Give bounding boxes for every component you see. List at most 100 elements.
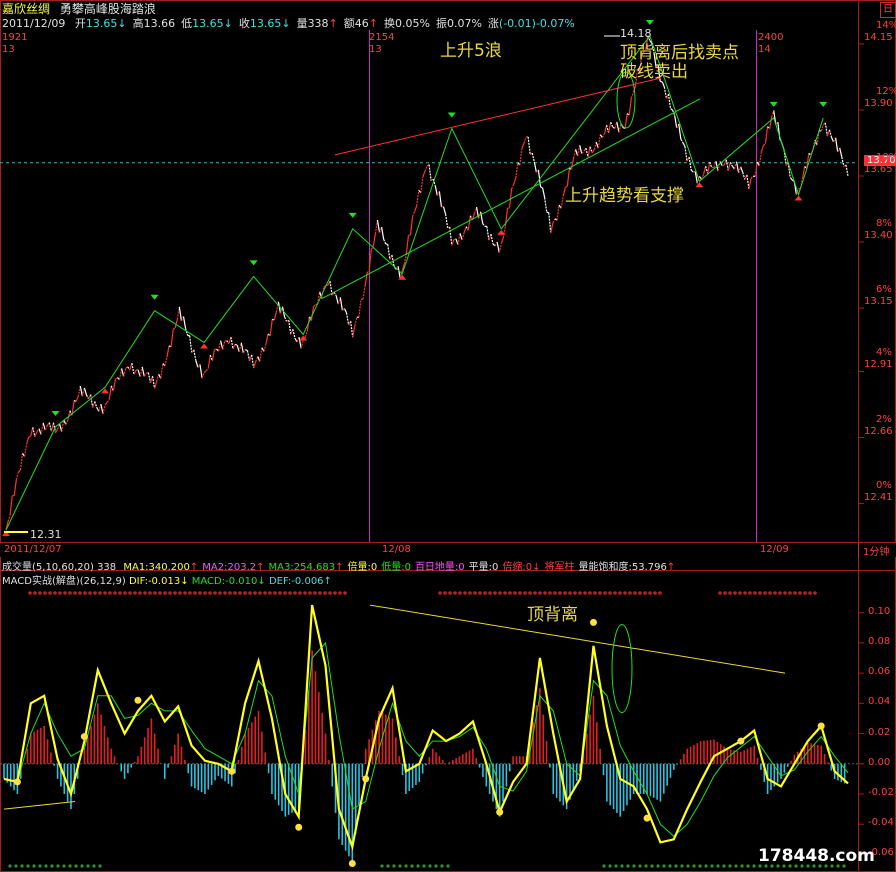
macd-arrow: ↓ <box>257 576 266 587</box>
top-ribbon-dot <box>603 591 607 595</box>
date-label: 12/08 <box>382 544 411 555</box>
top-ribbon-dot <box>163 591 167 595</box>
top-ribbon-dot <box>768 591 772 595</box>
top-ribbon-dot <box>168 591 172 595</box>
top-ribbon-dot <box>218 591 222 595</box>
price-segment <box>376 219 381 233</box>
price-segment <box>760 145 764 153</box>
quote-value: (-0.01)-0.07% <box>498 17 575 30</box>
top-ribbon-dot <box>523 591 527 595</box>
volume-item-text: 低量:0 <box>381 562 411 573</box>
top-ribbon-dot <box>53 591 57 595</box>
top-ribbon-dot <box>83 591 87 595</box>
top-ribbon-dot <box>63 591 67 595</box>
period-mark-top: 2400 <box>758 32 784 43</box>
price-segment <box>250 354 255 369</box>
price-segment <box>366 269 370 274</box>
price-segment <box>560 196 564 209</box>
price-segment <box>205 368 209 372</box>
price-segment <box>541 187 546 198</box>
bottom-ribbon-dot <box>692 864 696 868</box>
y-tick-pct: 4% <box>876 347 892 359</box>
price-segment <box>616 121 620 133</box>
volume-item: 百日地量:0 <box>415 562 465 573</box>
bottom-ribbon-dot <box>392 864 396 868</box>
price-segment <box>548 212 552 233</box>
price-segment <box>211 349 216 362</box>
bottom-ribbon-dot <box>722 864 726 868</box>
price-segment <box>112 379 116 391</box>
wave-high-marker <box>645 20 654 25</box>
price-segment <box>385 243 388 246</box>
price-segment <box>628 98 632 116</box>
bottom-ribbon-dot <box>50 864 54 868</box>
top-ribbon-dot <box>328 591 332 595</box>
wave-high-marker <box>249 260 258 266</box>
price-segment <box>44 425 48 431</box>
price-segment <box>618 123 622 133</box>
bottom-ribbon-dot <box>626 864 630 868</box>
top-ribbon-dot <box>783 591 787 595</box>
bottom-ribbon-dot <box>38 864 42 868</box>
period-toggle-button[interactable]: 日 <box>880 2 896 18</box>
wave-high-marker <box>150 294 159 300</box>
price-segment <box>738 166 742 174</box>
stock-name[interactable]: 嘉欣丝绸 <box>2 2 50 16</box>
bottom-ribbon-dot <box>14 864 18 868</box>
top-ribbon-dot <box>788 591 792 595</box>
volume-item: 倍缩:0↓ <box>502 562 540 573</box>
price-segment <box>143 372 147 377</box>
dea-line <box>3 641 849 837</box>
quote-value: 13.65 <box>249 17 282 30</box>
price-segment <box>550 222 554 233</box>
price-segment <box>577 145 581 157</box>
signal-dot <box>348 860 356 868</box>
price-segment <box>141 366 145 377</box>
price-segment <box>412 211 416 217</box>
top-ribbon-dot <box>68 591 72 595</box>
period-selector[interactable]: 1分钟 <box>858 543 889 558</box>
price-segment <box>835 137 839 152</box>
quote-value: 46 <box>354 17 369 30</box>
price-segment <box>735 161 740 174</box>
price-segment <box>444 214 449 229</box>
bottom-ribbon-dot <box>710 864 714 868</box>
price-segment <box>496 241 500 253</box>
top-ribbon-dot <box>473 591 477 595</box>
price-segment <box>674 115 678 129</box>
quote-label: 开 <box>74 17 86 30</box>
price-segment <box>335 295 339 305</box>
annotation-break-sell: 破线卖出 <box>620 62 688 82</box>
quote-item: 涨(-0.01)-0.07% <box>488 17 575 30</box>
top-ribbon-dot <box>313 591 317 595</box>
top-ribbon-dot <box>563 591 567 595</box>
y-tick-price: 12.66 <box>864 425 893 437</box>
price-segment <box>300 340 304 349</box>
price-segment <box>156 374 160 382</box>
top-ribbon-dot <box>453 591 457 595</box>
price-segment <box>222 340 226 350</box>
top-ribbon-dot <box>618 591 622 595</box>
macd-layer[interactable] <box>3 591 849 868</box>
price-segment <box>589 146 593 154</box>
top-ribbon-dot <box>88 591 92 595</box>
divergence-ellipse <box>611 624 633 714</box>
dif-arrow: ↓ <box>180 576 189 587</box>
top-ribbon-dot <box>748 591 752 595</box>
price-segment <box>438 191 443 207</box>
price-segment <box>750 175 754 179</box>
price-segment <box>608 122 612 133</box>
price-layer[interactable] <box>2 20 849 536</box>
bottom-ribbon-dot <box>680 864 684 868</box>
top-ribbon-dot <box>213 591 217 595</box>
top-ribbon-dot <box>288 591 292 595</box>
bottom-ribbon-dot <box>80 864 84 868</box>
price-segment <box>702 166 707 175</box>
quote-value: 13.65 <box>85 17 118 30</box>
y-tick-pct: 12% <box>876 85 896 97</box>
top-ribbon-dot <box>133 591 137 595</box>
top-ribbon-dot <box>318 591 322 595</box>
price-segment <box>521 143 525 149</box>
price-segment <box>740 166 744 173</box>
top-ribbon-dot <box>578 591 582 595</box>
